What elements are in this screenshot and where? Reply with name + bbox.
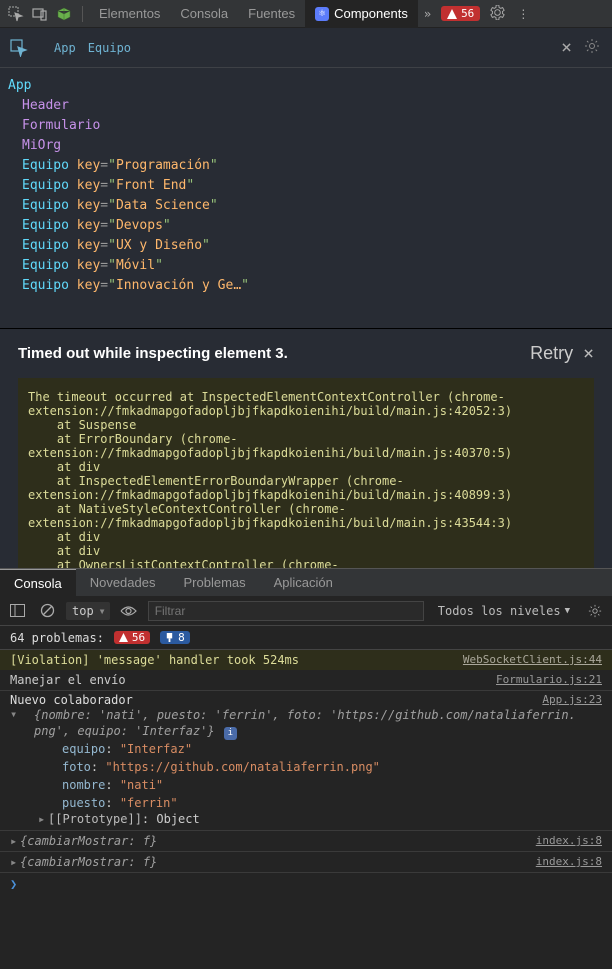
drawer-tab-aplicacion[interactable]: Aplicación — [260, 569, 347, 597]
console-row[interactable]: ▸{cambiarMostrar: f} index.js:8 — [0, 852, 612, 873]
cube-icon[interactable] — [52, 2, 76, 26]
source-link[interactable]: index.js:8 — [536, 834, 602, 847]
tree-item[interactable]: Equipo key="Devops" — [8, 216, 604, 236]
components-settings-icon[interactable] — [580, 38, 604, 57]
tab-elementos[interactable]: Elementos — [89, 0, 170, 28]
console-output: [Violation] 'message' handler took 524ms… — [0, 650, 612, 895]
expand-icon[interactable]: ▸ — [10, 834, 20, 848]
source-link[interactable]: index.js:8 — [536, 855, 602, 868]
breadcrumb-equipo[interactable]: Equipo — [82, 41, 137, 55]
console-toolbar: top Todos los niveles ▼ — [0, 596, 612, 626]
more-tabs-icon[interactable]: » — [418, 7, 437, 21]
react-icon: ⚛ — [315, 7, 329, 21]
kebab-menu-icon[interactable]: ⋮ — [511, 7, 535, 21]
inspect-element-icon[interactable] — [4, 2, 28, 26]
log-levels-select[interactable]: Todos los niveles ▼ — [432, 604, 576, 618]
settings-icon[interactable] — [484, 5, 511, 23]
drawer-tab-consola[interactable]: Consola — [0, 569, 76, 597]
tree-item[interactable]: Header — [8, 96, 604, 116]
live-expression-icon[interactable] — [118, 600, 140, 622]
select-element-icon[interactable] — [8, 37, 30, 59]
tab-components-label: Components — [334, 6, 408, 21]
problems-label: 64 problemas: — [10, 631, 104, 645]
device-toolbar-icon[interactable] — [28, 2, 52, 26]
source-link[interactable]: WebSocketClient.js:44 — [463, 653, 602, 666]
tree-item[interactable]: Equipo key="Programación" — [8, 156, 604, 176]
expand-icon[interactable]: ▾ — [10, 707, 20, 721]
drawer-tab-problemas[interactable]: Problemas — [169, 569, 259, 597]
context-select[interactable]: top — [66, 602, 110, 620]
drawer-tabs: Consola Novedades Problemas Aplicación — [0, 568, 612, 596]
tree-item[interactable]: MiOrg — [8, 136, 604, 156]
console-row[interactable]: [Violation] 'message' handler took 524ms… — [0, 650, 612, 670]
close-icon[interactable]: × — [553, 37, 580, 58]
tree-root[interactable]: App — [8, 76, 604, 96]
error-count: 56 — [461, 7, 474, 20]
console-row[interactable]: Nuevo colaborador App.js:23 ▾ {nombre: '… — [0, 691, 612, 831]
info-icon[interactable]: i — [224, 727, 237, 740]
console-settings-icon[interactable] — [584, 600, 606, 622]
tab-components[interactable]: ⚛ Components — [305, 0, 418, 28]
tab-fuentes[interactable]: Fuentes — [238, 0, 305, 28]
error-title: Timed out while inspecting element 3. — [18, 345, 288, 362]
source-link[interactable]: Formulario.js:21 — [496, 673, 602, 686]
component-tree: App Header Formulario MiOrg Equipo key="… — [0, 68, 612, 328]
console-row[interactable]: Manejar el envío Formulario.js:21 — [0, 670, 612, 691]
expand-icon[interactable]: ▸ — [38, 812, 48, 826]
clear-console-icon[interactable] — [36, 600, 58, 622]
devtools-toolbar: Elementos Consola Fuentes ⚛ Components »… — [0, 0, 612, 28]
drawer-tab-novedades[interactable]: Novedades — [76, 569, 170, 597]
tree-item[interactable]: Equipo key="Data Science" — [8, 196, 604, 216]
error-stack: The timeout occurred at InspectedElement… — [18, 378, 594, 568]
console-prompt[interactable] — [0, 873, 612, 895]
component-breadcrumb-bar: App Equipo × — [0, 28, 612, 68]
filter-input[interactable] — [148, 601, 424, 621]
tree-item[interactable]: Formulario — [8, 116, 604, 136]
console-row[interactable]: ▸{cambiarMostrar: f} index.js:8 — [0, 831, 612, 852]
source-link[interactable]: App.js:23 — [542, 693, 602, 707]
retry-button[interactable]: Retry — [530, 343, 573, 364]
tree-item[interactable]: Equipo key="Front End" — [8, 176, 604, 196]
tree-item[interactable]: Equipo key="Innovación y Ge…" — [8, 276, 604, 296]
main-tab-bar: Elementos Consola Fuentes ⚛ Components — [89, 0, 418, 28]
sidebar-toggle-icon[interactable] — [6, 600, 28, 622]
info-badge[interactable]: 8 — [160, 631, 190, 644]
expand-icon[interactable]: ▸ — [10, 855, 20, 869]
error-close-icon[interactable]: × — [583, 343, 594, 364]
error-count-badge[interactable]: 56 — [441, 6, 480, 21]
breadcrumb-app[interactable]: App — [48, 41, 82, 55]
error-badge[interactable]: 56 — [114, 631, 150, 644]
tab-consola[interactable]: Consola — [170, 0, 238, 28]
tree-item[interactable]: Equipo key="UX y Diseño" — [8, 236, 604, 256]
problems-summary: 64 problemas: 56 8 — [0, 626, 612, 650]
error-panel: Timed out while inspecting element 3. Re… — [0, 328, 612, 568]
tree-item[interactable]: Equipo key="Móvil" — [8, 256, 604, 276]
